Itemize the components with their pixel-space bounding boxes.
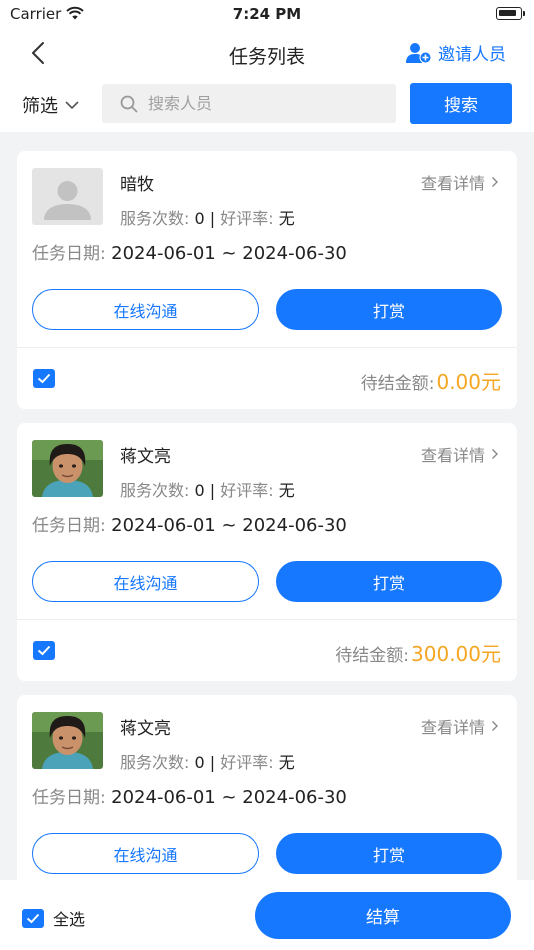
task-date-value: 2024-06-01 ~ 2024-06-30 xyxy=(111,515,347,536)
rating-value: 无 xyxy=(278,481,295,500)
view-details-label: 查看详情 xyxy=(420,174,485,193)
rating-label: 好评率: xyxy=(220,209,274,228)
search-row: 筛选 搜索 xyxy=(0,76,534,132)
pending-amount: 待结金额: 0.00元 xyxy=(361,366,501,395)
search-box[interactable] xyxy=(102,84,396,123)
rating-value: 无 xyxy=(278,209,295,228)
add-user-icon xyxy=(406,42,432,63)
rating-value: 无 xyxy=(278,753,295,772)
pending-amount-value: 0.00元 xyxy=(436,370,501,394)
divider xyxy=(17,619,517,620)
bottom-bar: 全选 结算 xyxy=(0,880,534,950)
task-date-label: 任务日期: xyxy=(32,244,106,264)
task-date: 任务日期: 2024-06-01 ~ 2024-06-30 xyxy=(32,511,347,536)
search-icon xyxy=(120,95,138,112)
select-all-checkbox[interactable]: 全选 xyxy=(22,906,85,930)
service-count-label: 服务次数: xyxy=(120,481,190,500)
rating-label: 好评率: xyxy=(220,753,274,772)
photo-avatar xyxy=(32,712,103,769)
stats-separator: | xyxy=(209,481,216,500)
member-name: 蒋文亮 xyxy=(120,447,171,467)
online-chat-button[interactable]: 在线沟通 xyxy=(32,561,259,602)
chevron-right-icon xyxy=(492,177,498,187)
divider xyxy=(17,347,517,348)
select-all-label: 全选 xyxy=(53,910,86,929)
invite-label: 邀请人员 xyxy=(438,45,506,65)
member-name: 蒋文亮 xyxy=(120,719,171,739)
status-time: 7:24 PM xyxy=(232,5,302,23)
service-stats: 服务次数: 0 | 好评率: 无 xyxy=(120,749,295,773)
service-stats: 服务次数: 0 | 好评率: 无 xyxy=(120,205,295,229)
task-date-value: 2024-06-01 ~ 2024-06-30 xyxy=(111,243,347,264)
service-count-label: 服务次数: xyxy=(120,753,190,772)
service-count-label: 服务次数: xyxy=(120,209,190,228)
service-count-value: 0 xyxy=(194,209,205,228)
task-date: 任务日期: 2024-06-01 ~ 2024-06-30 xyxy=(32,783,347,808)
reward-button[interactable]: 打赏 xyxy=(276,289,502,330)
status-bar: Carrier 7:24 PM xyxy=(0,0,534,30)
pending-amount-value: 300.00元 xyxy=(411,642,501,666)
checkbox-checked-icon xyxy=(22,908,44,928)
view-details-link[interactable]: 查看详情 xyxy=(421,170,499,194)
rating-label: 好评率: xyxy=(220,481,274,500)
select-checkbox[interactable] xyxy=(33,369,55,388)
task-date: 任务日期: 2024-06-01 ~ 2024-06-30 xyxy=(32,239,347,264)
checkmark-icon xyxy=(37,645,51,656)
online-chat-button[interactable]: 在线沟通 xyxy=(32,289,259,330)
pending-amount: 待结金额: 300.00元 xyxy=(335,638,501,667)
view-details-link[interactable]: 查看详情 xyxy=(421,442,499,466)
checkmark-icon xyxy=(37,373,51,384)
chevron-right-icon xyxy=(492,449,498,459)
chevron-down-icon xyxy=(65,101,79,110)
service-count-value: 0 xyxy=(194,481,205,500)
search-input[interactable] xyxy=(148,94,378,113)
task-card: 暗牧 查看详情 服务次数: 0 | 好评率: 无 任务日期: 2024-06-0… xyxy=(17,151,517,409)
view-details-label: 查看详情 xyxy=(420,446,485,465)
invite-button[interactable]: 邀请人员 xyxy=(406,40,506,65)
pending-amount-label: 待结金额: xyxy=(335,646,410,666)
nav-bar: 任务列表 邀请人员 xyxy=(0,30,534,76)
reward-button[interactable]: 打赏 xyxy=(276,833,502,874)
settle-button[interactable]: 结算 xyxy=(255,892,511,939)
task-card: 蒋文亮 查看详情 服务次数: 0 | 好评率: 无 任务日期: 2024-06-… xyxy=(17,423,517,681)
view-details-label: 查看详情 xyxy=(420,718,485,737)
battery-icon xyxy=(496,7,525,20)
filter-label: 筛选 xyxy=(22,96,58,117)
placeholder-avatar xyxy=(32,168,103,225)
search-button[interactable]: 搜索 xyxy=(410,83,512,124)
task-date-label: 任务日期: xyxy=(32,788,106,808)
task-date-label: 任务日期: xyxy=(32,516,106,536)
chevron-right-icon xyxy=(492,721,498,731)
reward-button[interactable]: 打赏 xyxy=(276,561,502,602)
view-details-link[interactable]: 查看详情 xyxy=(421,714,499,738)
filter-dropdown[interactable]: 筛选 xyxy=(22,92,80,118)
photo-avatar xyxy=(32,440,103,497)
service-count-value: 0 xyxy=(194,753,205,772)
service-stats: 服务次数: 0 | 好评率: 无 xyxy=(120,477,295,501)
task-date-value: 2024-06-01 ~ 2024-06-30 xyxy=(111,787,347,808)
stats-separator: | xyxy=(209,753,216,772)
stats-separator: | xyxy=(209,209,216,228)
select-checkbox[interactable] xyxy=(33,641,55,660)
member-name: 暗牧 xyxy=(120,175,154,195)
pending-amount-label: 待结金额: xyxy=(360,374,435,394)
online-chat-button[interactable]: 在线沟通 xyxy=(32,833,259,874)
